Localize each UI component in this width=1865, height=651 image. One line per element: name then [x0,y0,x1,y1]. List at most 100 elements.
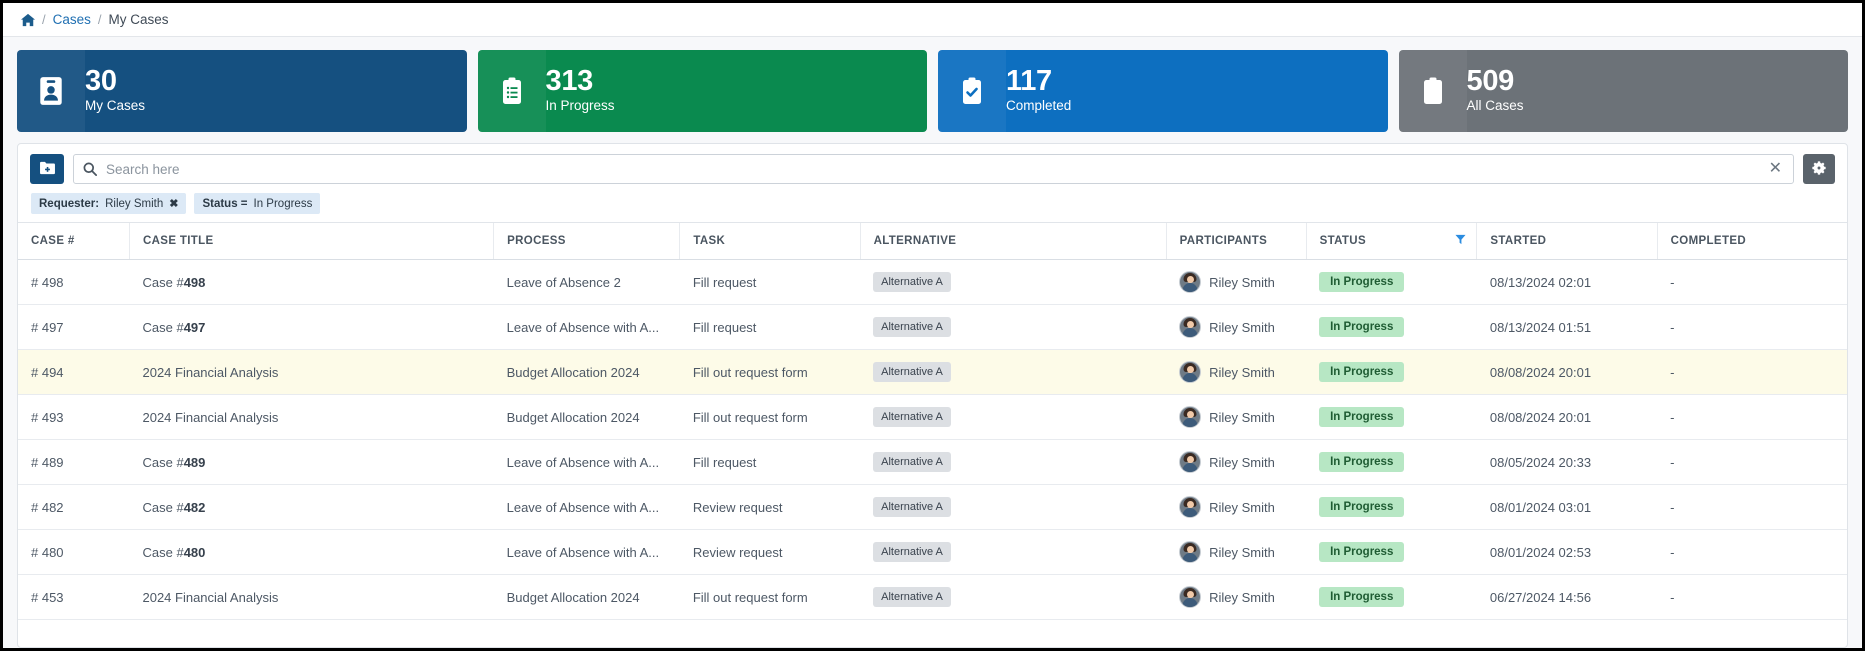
cell-completed: - [1657,439,1847,485]
cell-case-title[interactable]: 2024 Financial Analysis [129,394,494,440]
table-row[interactable]: # 489 Case #489 Leave of Absence with A...… [18,439,1847,485]
avatar[interactable] [1179,541,1202,563]
folder-plus-button[interactable] [30,154,64,184]
cell-process: Budget Allocation 2024 [493,574,680,620]
alternative-badge: Alternative A [873,587,951,607]
app-window: / Cases / My Cases 30 My Cases 313 In Pr… [0,0,1865,651]
column-header-case-number[interactable]: CASE # [18,222,130,260]
status-badge: In Progress [1319,497,1405,517]
cell-participants: Riley Smith [1166,574,1307,620]
table-row[interactable]: # 480 Case #480 Leave of Absence with A...… [18,529,1847,575]
cell-case-number: # 482 [18,484,130,530]
avatar[interactable] [1179,406,1202,428]
avatar[interactable] [1179,316,1202,338]
column-label: TASK [693,235,726,247]
remove-filter-icon[interactable]: ✖ [169,197,178,210]
cell-task: Fill request [679,439,861,485]
home-icon[interactable] [21,13,35,27]
cell-case-title[interactable]: Case #480 [129,529,494,575]
cell-task: Fill out request form [679,349,861,395]
table-row[interactable]: # 497 Case #497 Leave of Absence with A...… [18,304,1847,350]
cell-started: 06/27/2024 14:56 [1476,574,1658,620]
column-label: STATUS [1319,235,1366,247]
cell-participants: Riley Smith [1166,349,1307,395]
clipboard-icon [1398,50,1467,132]
cell-task: Fill request [679,304,861,350]
search-input[interactable] [106,161,1758,177]
cell-case-title[interactable]: Case #498 [129,259,494,305]
cell-alternative: Alternative A [860,349,1167,395]
avatar[interactable] [1179,451,1202,473]
cell-started: 08/13/2024 02:01 [1476,259,1658,305]
cell-participants: Riley Smith [1166,259,1307,305]
cell-case-number: # 480 [18,529,130,575]
cell-started: 08/08/2024 20:01 [1476,394,1658,440]
cell-task: Fill request [679,259,861,305]
cell-completed: - [1657,574,1847,620]
cell-process: Leave of Absence 2 [493,259,680,305]
filter-chip-status[interactable]: Status = In Progress [194,193,321,214]
status-badge: In Progress [1319,452,1405,472]
stat-card-my-cases[interactable]: 30 My Cases [17,50,467,132]
column-header-task[interactable]: TASK [679,222,861,260]
cell-case-title[interactable]: 2024 Financial Analysis [129,349,494,395]
stat-card-all-cases[interactable]: 509 All Cases [1398,50,1848,132]
close-icon[interactable]: ✕ [1767,161,1784,177]
table-row[interactable]: # 494 2024 Financial Analysis Budget Alloc… [18,349,1847,395]
stat-card-in-progress[interactable]: 313 In Progress [477,50,927,132]
case-title-number: 480 [183,544,206,560]
cell-alternative: Alternative A [860,439,1167,485]
cell-status: In Progress [1306,484,1477,530]
cell-status: In Progress [1306,529,1477,575]
column-header-case-title[interactable]: CASE TITLE [128,222,494,260]
cell-case-title[interactable]: Case #489 [129,439,494,485]
cell-started: 08/01/2024 02:53 [1476,529,1658,575]
filter-chip-requester[interactable]: Requester: Riley Smith ✖ [31,193,187,214]
cell-alternative: Alternative A [860,484,1167,530]
cell-status: In Progress [1306,349,1477,395]
avatar[interactable] [1179,496,1202,518]
cell-process: Leave of Absence with A... [493,439,680,485]
cell-status: In Progress [1306,394,1477,440]
cell-participants: Riley Smith [1166,529,1307,575]
column-header-started[interactable]: STARTED [1476,222,1658,260]
alternative-badge: Alternative A [873,542,951,562]
table-row[interactable]: # 453 2024 Financial Analysis Budget Alloc… [18,574,1847,620]
cell-status: In Progress [1306,304,1477,350]
column-label: ALTERNATIVE [873,235,957,247]
search-toolbar: ✕ [18,144,1847,184]
avatar[interactable] [1179,361,1202,383]
cell-case-title[interactable]: 2024 Financial Analysis [129,574,494,620]
table-row[interactable]: # 482 Case #482 Leave of Absence with A...… [18,484,1847,530]
avatar[interactable] [1179,271,1202,293]
participant-name: Riley Smith [1209,544,1275,560]
column-header-participants[interactable]: PARTICIPANTS [1165,222,1307,260]
cell-participants: Riley Smith [1166,484,1307,530]
column-header-status[interactable]: STATUS [1305,222,1477,260]
cell-case-number: # 453 [18,574,130,620]
column-header-alternative[interactable]: ALTERNATIVE [859,222,1167,260]
breadcrumb-item-cases[interactable]: Cases [53,12,91,27]
column-header-process[interactable]: PROCESS [493,222,680,260]
cell-case-title[interactable]: Case #482 [129,484,494,530]
clipboard-list-icon [477,50,546,132]
filter-funnel-icon[interactable] [1455,234,1466,248]
column-header-completed[interactable]: COMPLETED [1656,222,1847,260]
participant-name: Riley Smith [1209,499,1275,515]
avatar[interactable] [1179,586,1202,608]
table-row[interactable]: # 493 2024 Financial Analysis Budget Alloc… [18,394,1847,440]
participant-name: Riley Smith [1209,274,1275,290]
cell-case-title[interactable]: Case #497 [129,304,494,350]
cell-task: Fill out request form [679,394,861,440]
cell-alternative: Alternative A [860,529,1167,575]
cell-process: Budget Allocation 2024 [493,394,680,440]
stat-card-value: 509 [1466,64,1515,97]
cell-task: Fill out request form [679,574,861,620]
breadcrumb: / Cases / My Cases [3,3,1862,37]
case-title-number: 482 [183,499,206,515]
settings-button[interactable] [1803,154,1835,184]
search-field-wrapper[interactable]: ✕ [73,154,1794,184]
stat-card-completed[interactable]: 117 Completed [938,50,1388,132]
table-row[interactable]: # 498 Case #498 Leave of Absence 2 Fill req… [18,259,1847,305]
case-title-number: 497 [183,319,206,335]
